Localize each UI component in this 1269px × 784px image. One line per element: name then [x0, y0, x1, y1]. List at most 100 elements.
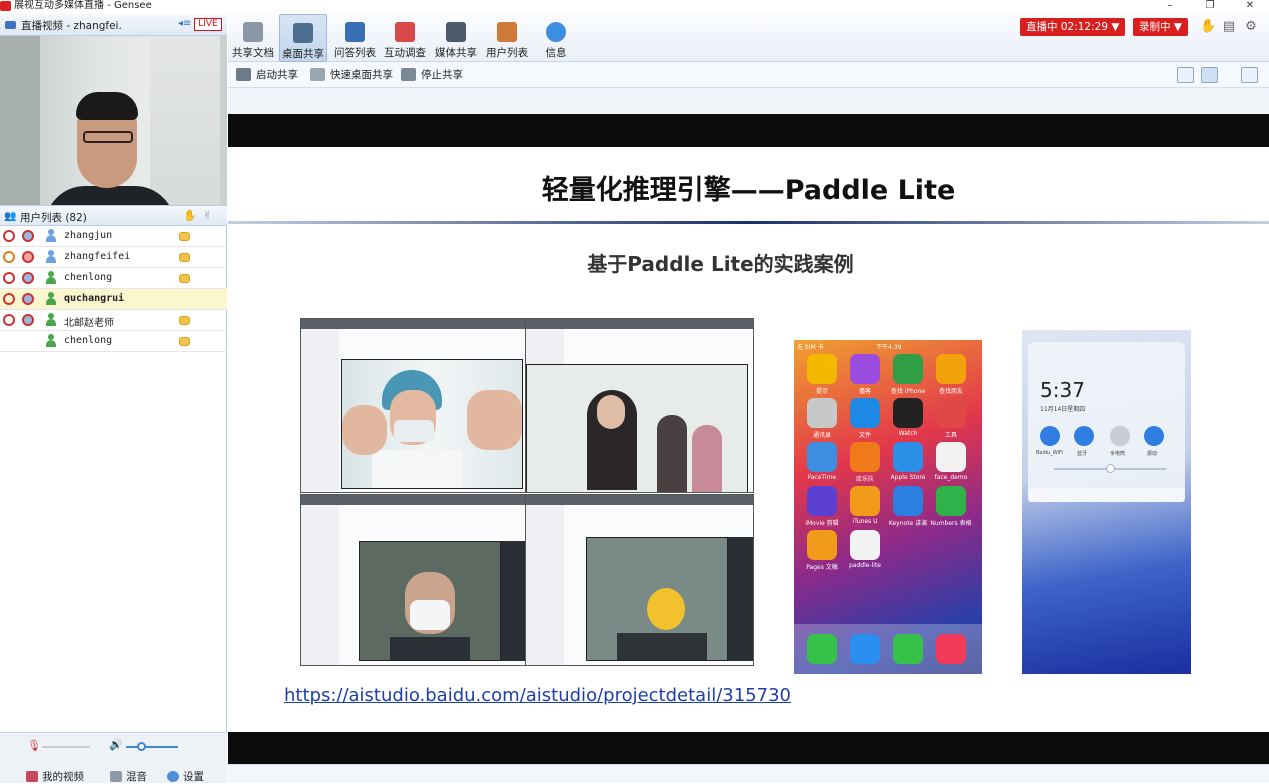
raise-hand-icon[interactable]: ✋ [183, 209, 197, 222]
hands-down-icon[interactable]: ✌ [203, 209, 212, 222]
chat-icon[interactable] [179, 316, 190, 325]
slide-subtitle: 基于Paddle Lite的实践案例 [587, 252, 854, 276]
camera-off-icon[interactable] [22, 293, 34, 305]
demo-screenshot-4 [525, 494, 754, 666]
app-label: 提示 [815, 388, 828, 395]
camera-icon [5, 21, 16, 29]
user-avatar-icon [45, 292, 57, 306]
speaker-icon[interactable]: ◂≡ [178, 18, 191, 29]
app-icon[interactable] [936, 442, 966, 472]
record-status-button[interactable]: 录制中 ▼ [1133, 18, 1188, 36]
app-icon[interactable] [850, 442, 880, 472]
app-icon[interactable] [936, 398, 966, 428]
settings-button[interactable]: 设置 [167, 769, 204, 784]
user-row[interactable]: chenlong [0, 331, 227, 352]
ios-status-carrier: 无 SIM 卡 [797, 344, 824, 351]
speaker-volume-slider[interactable] [126, 746, 178, 748]
media-controls: 🎙 🔊 我的视频 混音 设置 [0, 732, 227, 783]
user-row[interactable]: chenlong [0, 268, 227, 289]
app-icon[interactable] [850, 398, 880, 428]
app-icon[interactable] [893, 398, 923, 428]
app-icon[interactable] [807, 530, 837, 560]
speaker-icon[interactable]: 🔊 [109, 738, 123, 751]
app-icon[interactable] [807, 398, 837, 428]
close-button[interactable]: ✕ [1240, 0, 1260, 13]
slide-top-band [228, 114, 1269, 147]
chat-icon[interactable] [179, 253, 190, 262]
app-icon[interactable] [936, 486, 966, 516]
share-document-button[interactable]: 共享文档 [230, 14, 276, 62]
app-label: Pages 文稿 [806, 564, 838, 571]
user-row[interactable]: zhangfeifei [0, 247, 227, 268]
mic-off-icon[interactable] [3, 293, 15, 305]
dock-app-icon[interactable] [936, 634, 966, 664]
layout-icon[interactable]: ▤ [1222, 20, 1236, 34]
camera-icon[interactable] [22, 251, 34, 263]
slide-bottom-band [228, 732, 1269, 764]
dock-app-icon[interactable] [850, 634, 880, 664]
stop-icon [401, 68, 416, 81]
gear-icon[interactable]: ⚙ [1244, 20, 1258, 34]
mic-volume-slider[interactable] [42, 746, 90, 748]
quick-share-button[interactable]: 快速桌面共享 [310, 67, 393, 82]
camera-off-icon[interactable] [22, 314, 34, 326]
app-icon[interactable] [807, 442, 837, 472]
user-row-selected[interactable]: quchangrui [0, 289, 227, 310]
my-video-button[interactable]: 我的视频 [26, 769, 84, 784]
user-list-button[interactable]: 用户列表 [483, 14, 531, 62]
app-label: iMovie 剪辑 [805, 520, 839, 527]
mix-button[interactable]: 混音 [110, 769, 147, 784]
app-icon[interactable] [893, 442, 923, 472]
camera-off-icon[interactable] [22, 272, 34, 284]
dock-app-icon[interactable] [893, 634, 923, 664]
phone-clock: 5:37 [1040, 378, 1085, 402]
user-row[interactable]: 北邮赵老师 [0, 310, 227, 331]
app-icon[interactable] [807, 354, 837, 384]
fullscreen-icon[interactable] [1241, 67, 1258, 83]
demo-screenshot-1 [300, 318, 526, 493]
stop-share-button[interactable]: 停止共享 [401, 67, 463, 82]
info-button[interactable]: 信息 [534, 14, 578, 62]
app-icon[interactable] [850, 530, 880, 560]
app-icon[interactable] [936, 354, 966, 384]
live-badge: LIVE [194, 18, 222, 31]
mix-icon [110, 771, 122, 782]
mic-off-icon[interactable] [3, 230, 15, 242]
minimize-button[interactable]: – [1160, 0, 1180, 13]
qa-list-button[interactable]: 问答列表 [331, 14, 379, 62]
volume-knob[interactable] [137, 742, 146, 751]
hand-icon[interactable]: ✋ [1200, 20, 1216, 34]
survey-button[interactable]: 互动调查 [381, 14, 429, 62]
user-avatar-icon [45, 334, 57, 348]
mic-off-icon[interactable] [3, 314, 15, 326]
dock-app-icon[interactable] [807, 634, 837, 664]
ios-status-time: 下午4:39 [876, 344, 902, 351]
app-icon[interactable] [850, 354, 880, 384]
demo-screenshot-2 [525, 318, 754, 493]
live-status-button[interactable]: 直播中 02:12:29 ▼ [1020, 18, 1126, 36]
chat-icon[interactable] [179, 337, 190, 346]
start-share-button[interactable]: 启动共享 [236, 67, 298, 82]
app-icon[interactable] [893, 354, 923, 384]
camera-off-icon[interactable] [22, 230, 34, 242]
mic-icon[interactable] [3, 251, 15, 263]
app-label: 查找朋友 [938, 388, 963, 395]
media-share-button[interactable]: 媒体共享 [432, 14, 480, 62]
user-row[interactable]: zhangjun [0, 226, 227, 247]
actual-size-icon[interactable] [1201, 67, 1218, 83]
chat-icon[interactable] [179, 232, 190, 241]
desktop-share-button[interactable]: 桌面共享 [279, 14, 327, 62]
fit-view-icon[interactable] [1177, 67, 1194, 83]
mic-off-icon[interactable] [3, 272, 15, 284]
maximize-button[interactable]: ❐ [1200, 0, 1220, 13]
app-icon[interactable] [807, 486, 837, 516]
app-icon[interactable] [893, 486, 923, 516]
video-header-label: 直播视频 - zhangfei. [21, 20, 122, 32]
demo-screenshot-3 [300, 494, 526, 666]
chat-icon[interactable] [179, 274, 190, 283]
app-icon[interactable] [850, 486, 880, 516]
app-label: Keynote 讲演 [888, 520, 928, 527]
desktop-share-icon [293, 23, 313, 43]
microphone-icon[interactable]: 🎙 [27, 739, 41, 752]
project-link[interactable]: https://aistudio.baidu.com/aistudio/proj… [284, 685, 791, 706]
